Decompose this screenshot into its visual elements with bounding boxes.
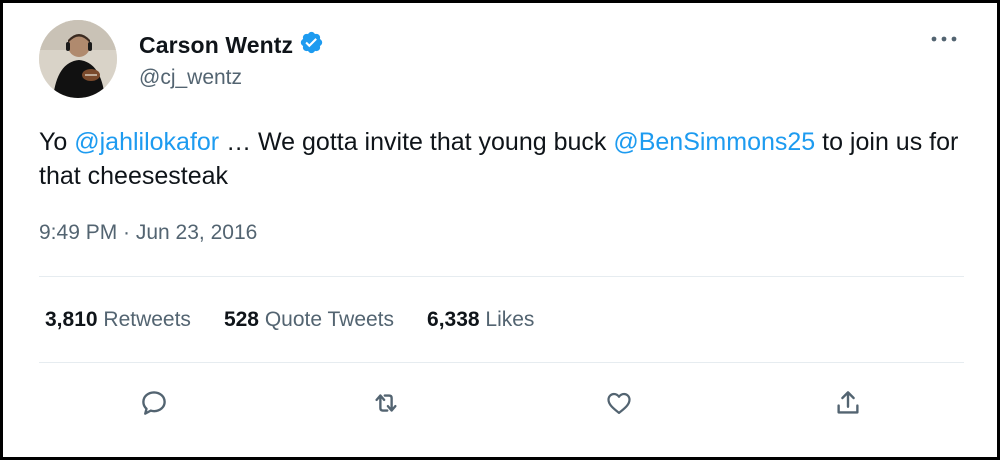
retweets-count: 3,810 (45, 308, 98, 331)
tweet-stats: 3,810 Retweets 528 Quote Tweets 6,338 Li… (45, 308, 567, 332)
reply-icon[interactable] (134, 383, 174, 423)
mention-link[interactable]: @jahlilokafor (74, 128, 219, 156)
retweets-stat[interactable]: 3,810 Retweets (45, 308, 191, 332)
tweet-timestamp[interactable]: 9:49 PM · Jun 23, 2016 (39, 221, 257, 245)
share-icon[interactable] (828, 383, 868, 423)
quote-tweets-count: 528 (223, 308, 259, 331)
author-display-name[interactable]: Carson Wentz (139, 32, 293, 59)
tweet-text: Yo @jahlilokafor … We gotta invite that … (39, 125, 964, 193)
likes-stat[interactable]: 6,338 Likes (427, 308, 534, 332)
tweet-header: Carson Wentz @cj_wentz (39, 20, 959, 104)
quote-tweets-label: Quote Tweets (258, 308, 395, 331)
likes-label: Likes (479, 308, 535, 331)
avatar-image (39, 20, 117, 98)
tweet-text-segment: Yo (39, 128, 75, 156)
verified-badge-icon (293, 30, 324, 60)
mention-link[interactable]: @BenSimmons25 (613, 128, 815, 156)
retweets-label: Retweets (97, 308, 191, 331)
author-name-row: Carson Wentz (139, 30, 324, 60)
author-handle[interactable]: @cj_wentz (139, 66, 242, 90)
more-options-icon[interactable] (929, 28, 959, 50)
avatar[interactable] (39, 20, 117, 98)
quote-tweets-stat[interactable]: 528 Quote Tweets (224, 308, 394, 332)
divider (39, 362, 964, 363)
divider (39, 276, 964, 277)
tweet-actions (39, 373, 964, 433)
tweet-card: Carson Wentz @cj_wentz Yo @jahlilokafor … (0, 0, 1000, 460)
like-icon[interactable] (599, 383, 639, 423)
tweet-text-segment: … We gotta invite that young buck (219, 128, 614, 156)
retweet-icon[interactable] (366, 383, 406, 423)
likes-count: 6,338 (427, 308, 480, 331)
